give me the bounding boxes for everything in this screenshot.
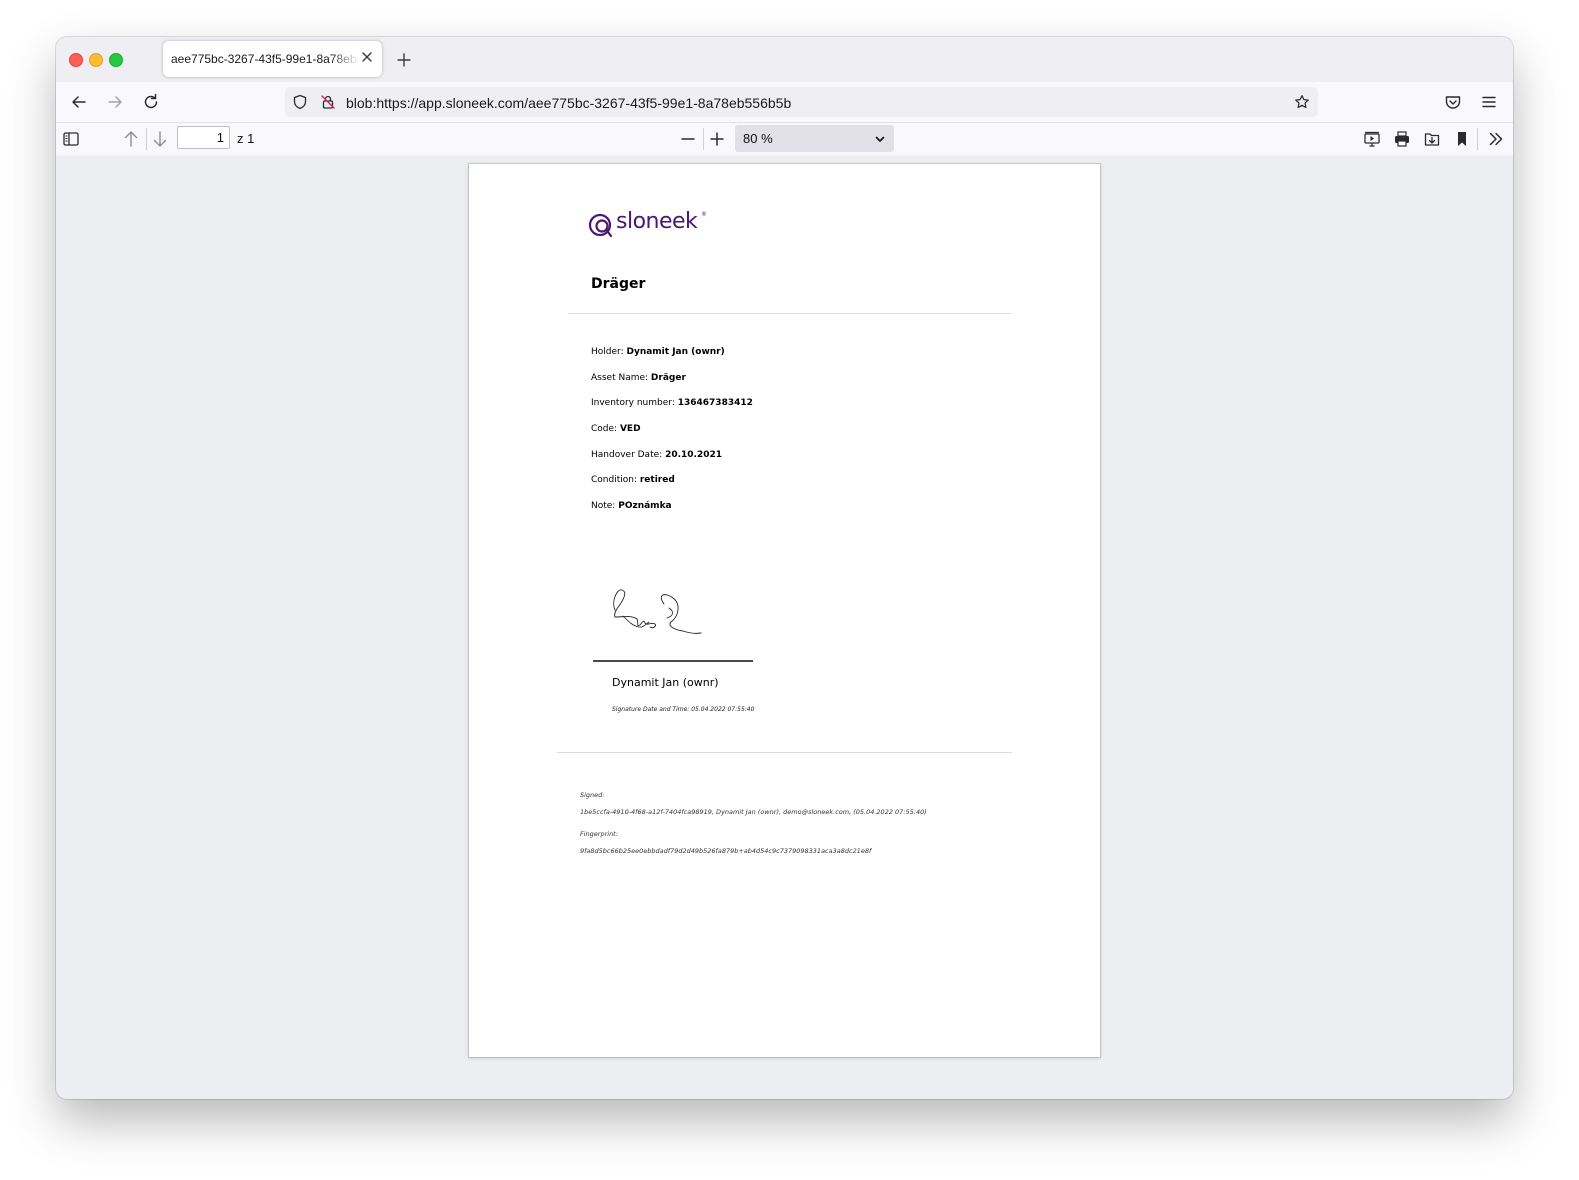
shield-icon[interactable]: [292, 94, 308, 110]
hamburger-menu-icon[interactable]: [1479, 92, 1499, 112]
document-title: Dräger: [591, 276, 646, 292]
field-asset-name: Asset Name: Dräger: [591, 373, 686, 383]
url-text: blob:https://app.sloneek.com/aee775bc-32…: [346, 95, 792, 111]
field-value: VED: [619, 424, 641, 434]
handwritten-signature: [613, 589, 702, 634]
browser-window: aee775bc-3267-43f5-99e1-8a78eb556b5b: [56, 37, 1513, 1099]
browser-tab[interactable]: aee775bc-3267-43f5-99e1-8a78eb556b5b: [163, 41, 382, 77]
bookmark-star-icon[interactable]: [1294, 94, 1310, 110]
footer-divider: [557, 752, 1012, 753]
field-label: Code:: [591, 424, 618, 434]
toolbar-separator: [1477, 128, 1478, 150]
close-window-button[interactable]: [69, 53, 83, 67]
page-count-label: z 1: [237, 131, 255, 146]
field-label: Condition:: [591, 475, 637, 485]
download-save-icon[interactable]: [1423, 130, 1441, 148]
zoom-out-minus-icon[interactable]: [679, 130, 697, 148]
previous-page-arrow-icon[interactable]: [122, 130, 140, 148]
presentation-mode-icon[interactable]: [1363, 130, 1381, 148]
field-label: Handover Date:: [591, 450, 663, 460]
zoom-window-button[interactable]: [109, 53, 123, 67]
pocket-icon[interactable]: [1443, 92, 1463, 112]
signature-datetime: Signature Date and Time: 05.04.2022 07:5…: [612, 706, 755, 713]
bookmark-icon[interactable]: [1453, 130, 1471, 148]
toolbar-separator: [146, 128, 147, 150]
field-value: 20.10.2021: [665, 450, 722, 460]
field-note: Note: POznámka: [591, 501, 672, 511]
sloneek-logo-mark-icon: [588, 213, 613, 238]
toolbar-separator: [703, 128, 704, 150]
field-value: 136467383412: [677, 398, 753, 408]
field-holder: Holder: Dynamit Jan (ownr): [591, 347, 725, 357]
zoom-select[interactable]: 80 %: [735, 125, 894, 152]
print-icon[interactable]: [1393, 130, 1411, 148]
field-value: POznámka: [618, 501, 672, 511]
field-label: Note:: [591, 501, 616, 511]
tab-bar: aee775bc-3267-43f5-99e1-8a78eb556b5b: [56, 37, 1513, 82]
zoom-value: 80 %: [743, 131, 773, 146]
sidebar-toggle-icon[interactable]: [62, 130, 80, 148]
address-bar[interactable]: blob:https://app.sloneek.com/aee775bc-32…: [285, 87, 1318, 117]
next-page-arrow-icon[interactable]: [151, 130, 169, 148]
field-value: Dräger: [650, 373, 686, 383]
field-inventory-number: Inventory number: 136467383412: [591, 398, 753, 408]
field-code: Code: VED: [591, 424, 641, 434]
field-label: Inventory number:: [591, 398, 675, 408]
chevron-down-icon: [875, 136, 885, 142]
header-divider: [568, 313, 1011, 314]
signed-value: 1be5ccfa-4910-4f68-a12f-7404fca98919, Dy…: [580, 808, 927, 816]
tab-title: aee775bc-3267-43f5-99e1-8a78eb556b5b: [171, 52, 359, 66]
signed-label: Signed:: [580, 791, 605, 799]
close-tab-icon[interactable]: [360, 50, 374, 64]
forward-arrow-icon[interactable]: [105, 92, 125, 112]
pdf-page: sloneek ® Dräger Holder: Dynamit Jan (ow…: [469, 164, 1100, 1057]
logo-text: sloneek: [616, 209, 698, 234]
field-label: Holder:: [591, 347, 624, 357]
navigation-bar: blob:https://app.sloneek.com/aee775bc-32…: [56, 82, 1513, 122]
reload-icon[interactable]: [141, 92, 161, 112]
zoom-in-plus-icon[interactable]: [708, 130, 726, 148]
registered-mark-icon: ®: [701, 211, 707, 218]
fingerprint-label: Fingerprint:: [580, 830, 618, 838]
page-number-input[interactable]: [177, 126, 230, 149]
signature-line: [593, 660, 753, 662]
pdf-toolbar: z 1 80 %: [56, 122, 1513, 156]
pdf-viewer-area[interactable]: sloneek ® Dräger Holder: Dynamit Jan (ow…: [56, 155, 1513, 1099]
field-label: Asset Name:: [591, 373, 649, 383]
double-chevron-right-icon[interactable]: [1487, 130, 1505, 148]
field-handover-date: Handover Date: 20.10.2021: [591, 450, 722, 460]
field-value: Dynamit Jan (ownr): [626, 347, 725, 357]
signer-name: Dynamit Jan (ownr): [612, 676, 719, 689]
field-value: retired: [639, 475, 675, 485]
insecure-lock-icon[interactable]: [320, 94, 336, 110]
fingerprint-value: 9fa8d5bc66b25ee0ebbdadf79d2d49b526fa879b…: [580, 847, 872, 855]
field-condition: Condition: retired: [591, 475, 675, 485]
back-arrow-icon[interactable]: [69, 92, 89, 112]
minimize-window-button[interactable]: [89, 53, 103, 67]
new-tab-plus-icon[interactable]: [395, 51, 413, 69]
